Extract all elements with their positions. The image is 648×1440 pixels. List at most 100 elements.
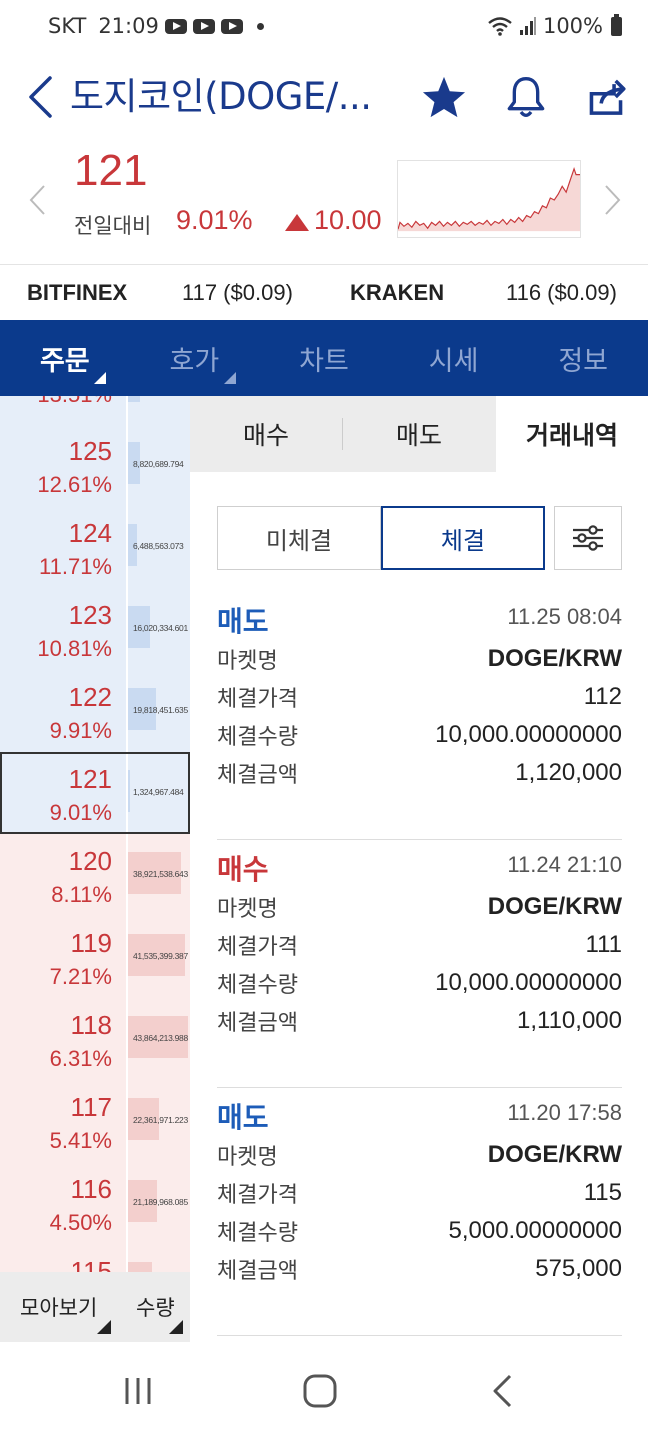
prev-coin-button[interactable] [22,180,52,220]
orderbook-price-cell: 118 6.31% [0,998,126,1080]
field-label: 마켓명 [217,1145,278,1170]
field-label: 체결금액 [217,1259,298,1284]
tab-orderbook[interactable]: 호가 [130,320,260,396]
orderbook-volume: 19,818,451.635 [133,705,188,715]
trade-amount: 575,000 [535,1255,622,1282]
orderbook-price-cell: 116 4.50% [0,1162,126,1244]
orderbook-volume-cell: 6,488,563.073 [128,506,190,588]
orderbook-row[interactable]: 13.51% [0,396,190,424]
orderbook-price-cell: 117 5.41% [0,1080,126,1162]
tab-chart[interactable]: 차트 [259,320,389,396]
up-triangle-icon [285,214,309,231]
trade-market: DOGE/KRW [487,893,622,920]
orderbook-price-cell: 122 9.91% [0,670,126,752]
status-bar: SKT 21:09 100% [0,0,648,52]
subtab-buy[interactable]: 매수 [190,396,342,472]
orderbook-price: 116 [70,1174,112,1204]
field-label: 마켓명 [217,649,278,674]
trade-time: 11.25 08:04 [507,604,622,629]
subtab-history[interactable]: 거래내역 [496,396,648,472]
orderbook-row[interactable]: 125 12.61% 8,820,689.794 [0,424,190,506]
order-book[interactable]: 13.51% 125 12.61% 8,820,689.794 124 11.7… [0,396,190,1272]
tab-market-price[interactable]: 시세 [389,320,519,396]
divider [342,418,343,450]
orderbook-row[interactable]: 117 5.41% 22,361,971.223 [0,1080,190,1162]
system-nav-bar [0,1342,648,1440]
tab-label: 시세 [428,345,479,377]
group-view-dropdown[interactable]: 모아보기 [20,1272,112,1342]
favorite-button[interactable] [418,70,470,124]
recent-apps-button[interactable] [108,1366,168,1416]
trade-price-row: 체결가격 111 [217,926,622,964]
orderbook-rate: 13.51% [0,396,112,406]
dropdown-corner-icon [97,1320,112,1334]
orderbook-price: 119 [70,928,112,958]
back-nav-button[interactable] [472,1366,532,1416]
orderbook-volume-cell: 8,820,689.794 [128,424,190,506]
clock: 21:09 [98,14,159,38]
tab-order[interactable]: 주문 [0,320,130,396]
orderbook-row[interactable]: 116 4.50% 21,189,968.085 [0,1162,190,1244]
field-label: 마켓명 [217,897,278,922]
orderbook-price: 118 [70,1010,112,1040]
dropdown-corner-icon [223,372,236,384]
orderbook-row[interactable]: 119 7.21% 41,535,399.387 [0,916,190,998]
orderbook-rate: 10.81% [37,636,112,661]
orderbook-price-cell: 115 [0,1244,126,1272]
alert-button[interactable] [500,70,552,124]
trade-item[interactable]: 매수 11.24 21:10 마켓명 DOGE/KRW 체결가격 111 체결수… [217,840,622,1088]
home-button[interactable] [290,1366,350,1416]
quantity-dropdown[interactable]: 수량 [136,1272,183,1342]
change-value: 10.00 [314,205,382,235]
battery-icon [611,13,622,36]
orderbook-row[interactable]: 124 11.71% 6,488,563.073 [0,506,190,588]
share-button[interactable] [580,70,632,124]
subtab-label: 매도 [395,421,442,450]
orderbook-volume: 22,361,971.223 [133,1115,188,1125]
exchange-prices: BITFINEX 117 ($0.09) KRAKEN 116 ($0.09) [0,264,648,320]
exchange-name: BITFINEX [27,279,128,305]
orderbook-volume-cell [128,1244,190,1272]
orderbook-row[interactable]: 118 6.31% 43,864,213.988 [0,998,190,1080]
chevron-left-icon [29,185,45,215]
trade-item[interactable]: 매도 11.25 08:04 마켓명 DOGE/KRW 체결가격 112 체결수… [217,592,622,840]
orderbook-row-current[interactable]: 121 9.01% 1,324,967.484 [0,752,190,834]
back-button[interactable] [20,70,60,124]
trade-amount-row: 체결금액 1,110,000 [217,1002,622,1040]
orderbook-row[interactable]: 123 10.81% 16,020,334.601 [0,588,190,670]
field-label: 체결수량 [217,973,298,998]
tab-label: 주문 [39,345,90,377]
youtube-notification-icon [164,18,187,34]
orderbook-rate: 6.31% [49,1046,112,1071]
filter-label: 체결 [440,526,486,555]
star-icon [422,76,466,118]
carrier-label: SKT [48,14,87,38]
next-coin-button[interactable] [598,180,628,220]
subtab-sell[interactable]: 매도 [342,396,496,472]
trade-market: DOGE/KRW [487,645,622,672]
dropdown-corner-icon [94,372,106,384]
filter-settings-button[interactable] [554,506,622,570]
quantity-label: 수량 [136,1296,175,1320]
pending-filter-button[interactable]: 미체결 [217,506,381,570]
trade-qty: 5,000.00000000 [448,1217,622,1244]
orderbook-row[interactable]: 115 [0,1244,190,1272]
youtube-notification-icon [192,18,215,34]
orderbook-row[interactable]: 120 8.11% 38,921,538.643 [0,834,190,916]
orderbook-rate: 7.21% [49,964,112,989]
trade-side: 매도 [217,1101,269,1134]
orderbook-volume: 8,820,689.794 [133,459,184,469]
orderbook-price: 117 [70,1092,112,1122]
trade-history-list: 매도 11.25 08:04 마켓명 DOGE/KRW 체결가격 112 체결수… [217,592,622,1336]
orderbook-rate: 4.50% [49,1210,112,1235]
home-icon [303,1374,337,1408]
page-title: 도지코인(DOGE/... [70,75,372,118]
battery-level: 100% [542,14,603,38]
filled-filter-button[interactable]: 체결 [381,506,545,570]
orderbook-footer: 모아보기 수량 [0,1272,190,1342]
tab-info[interactable]: 정보 [518,320,648,396]
trade-market: DOGE/KRW [487,1141,622,1168]
trade-qty: 10,000.00000000 [435,969,622,996]
orderbook-row[interactable]: 122 9.91% 19,818,451.635 [0,670,190,752]
trade-item[interactable]: 매도 11.20 17:58 마켓명 DOGE/KRW 체결가격 115 체결수… [217,1088,622,1336]
